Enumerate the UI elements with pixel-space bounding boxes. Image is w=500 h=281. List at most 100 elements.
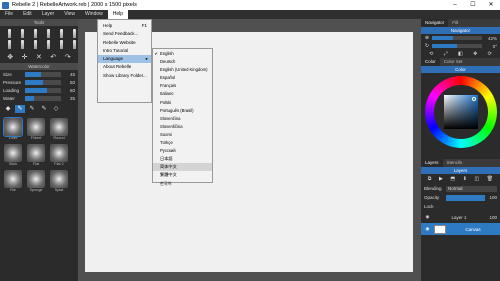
- zoom-value[interactable]: 42%: [484, 36, 497, 41]
- eye-icon[interactable]: ◉: [424, 214, 431, 220]
- language-option[interactable]: 简体中文: [153, 163, 212, 172]
- menu-help[interactable]: Help: [107, 10, 129, 19]
- brush-icon[interactable]: ✎: [15, 105, 25, 113]
- language-option[interactable]: Français: [153, 82, 212, 90]
- brush-preset[interactable]: Splat: [49, 170, 69, 194]
- blending-select[interactable]: Normal: [446, 185, 497, 192]
- menu-layer[interactable]: Layer: [37, 10, 60, 19]
- tab-layers[interactable]: Layers: [421, 159, 443, 167]
- rotate-view-icon[interactable]: ⟳: [488, 51, 492, 57]
- menu-item-language[interactable]: Language ▸: [98, 55, 151, 64]
- color-picker-knob[interactable]: [472, 97, 476, 101]
- water-slider[interactable]: Water 25: [0, 94, 78, 102]
- tab-navigator[interactable]: Navigator: [421, 19, 449, 27]
- tool-brush-icon[interactable]: [16, 39, 28, 49]
- eraser-icon[interactable]: ◇: [51, 105, 61, 113]
- tool-brush-icon[interactable]: [42, 39, 54, 49]
- play-icon[interactable]: ▶: [439, 176, 443, 182]
- redo-icon[interactable]: ↷: [63, 53, 73, 61]
- language-option[interactable]: English (United Kingdom): [153, 66, 212, 74]
- tool-brush-icon[interactable]: [42, 28, 54, 38]
- menu-item-about[interactable]: About Rebelle: [98, 63, 151, 71]
- move-icon[interactable]: ✥: [5, 53, 15, 61]
- opacity-slider[interactable]: [446, 194, 485, 201]
- language-option[interactable]: 繁體中文: [153, 171, 212, 179]
- menu-edit[interactable]: Edit: [18, 10, 37, 19]
- tab-color[interactable]: Color: [421, 58, 440, 66]
- language-option[interactable]: Polski: [153, 99, 212, 107]
- language-option[interactable]: 日本語: [153, 155, 212, 163]
- tool-brush-icon[interactable]: [55, 28, 67, 38]
- rotate-value[interactable]: 0°: [484, 44, 497, 49]
- clear-icon[interactable]: ✕: [34, 53, 44, 61]
- language-option[interactable]: Deutsch: [153, 58, 212, 66]
- tool-brush-icon[interactable]: [29, 28, 41, 38]
- minimize-button[interactable]: –: [446, 0, 464, 10]
- new-layer-icon[interactable]: ⧉: [428, 176, 432, 182]
- tab-color-set[interactable]: Color Set: [440, 58, 467, 66]
- slider-value[interactable]: 25: [61, 96, 75, 101]
- tab-stencils[interactable]: Stencils: [443, 159, 467, 167]
- duplicate-icon[interactable]: ◫: [474, 176, 479, 182]
- menu-item-website[interactable]: Rebelle Website: [98, 39, 151, 47]
- brush-preset[interactable]: Round: [49, 118, 69, 142]
- reset-view-icon[interactable]: ⟲: [429, 51, 433, 57]
- loading-slider[interactable]: Loading 60: [0, 86, 78, 94]
- brush-preset[interactable]: Rie: [3, 170, 23, 194]
- brush-preset[interactable]: Sponge: [26, 170, 46, 194]
- language-option[interactable]: Русский: [153, 147, 212, 155]
- hue-wheel[interactable]: [425, 76, 497, 148]
- slider-value[interactable]: 50: [61, 80, 75, 85]
- eye-icon[interactable]: ◉: [424, 226, 431, 232]
- brush-icon[interactable]: ✎: [39, 105, 49, 113]
- tab-filters[interactable]: Filt: [448, 19, 462, 27]
- language-option[interactable]: Slovenščina: [153, 123, 212, 131]
- paint-mode-icon[interactable]: ◆: [3, 105, 13, 113]
- brush-preset[interactable]: Flat 2: [49, 144, 69, 168]
- opacity-value[interactable]: 100: [485, 195, 497, 200]
- layer-item[interactable]: ◉ Canvas: [421, 223, 500, 235]
- merge-down-icon[interactable]: ⬇: [463, 176, 467, 182]
- tool-brush-icon[interactable]: [29, 39, 41, 49]
- language-option[interactable]: Slovenčina: [153, 115, 212, 123]
- undo-icon[interactable]: ↶: [48, 53, 58, 61]
- layer-item[interactable]: ◉ Layer 1 100: [421, 211, 500, 223]
- tool-brush-icon[interactable]: [16, 28, 28, 38]
- size-slider[interactable]: Size 45: [0, 70, 78, 78]
- brush-icon[interactable]: ✎: [27, 105, 37, 113]
- tool-brush-icon[interactable]: [55, 39, 67, 49]
- menu-file[interactable]: File: [0, 10, 18, 19]
- brush-preset[interactable]: Liner: [3, 117, 23, 142]
- brush-preset[interactable]: Stick: [3, 144, 23, 168]
- pan-icon[interactable]: ✥: [473, 51, 477, 57]
- language-option[interactable]: Suomi: [153, 131, 212, 139]
- language-option[interactable]: Türkçe: [153, 139, 212, 147]
- flip-view-icon[interactable]: ◧: [458, 51, 463, 57]
- pressure-slider[interactable]: Pressure 50: [0, 78, 78, 86]
- language-option[interactable]: Español: [153, 74, 212, 82]
- maximize-button[interactable]: ☐: [464, 0, 482, 10]
- menu-item-send-feedback[interactable]: Send Feedback...: [98, 30, 151, 38]
- mask-icon[interactable]: ⬒: [450, 176, 455, 182]
- brush-preset[interactable]: Flat: [26, 144, 46, 168]
- language-option[interactable]: ✔ English: [153, 50, 212, 58]
- language-option[interactable]: 한국어: [153, 180, 212, 188]
- menu-item-library-folder[interactable]: Show Library Folder...: [98, 72, 151, 80]
- zoom-slider[interactable]: ⊕ 42%: [421, 34, 500, 42]
- trash-icon[interactable]: 🗑: [487, 176, 493, 182]
- menu-window[interactable]: Window: [80, 10, 108, 19]
- slider-value[interactable]: 60: [61, 88, 75, 93]
- menu-view[interactable]: View: [59, 10, 80, 19]
- rotate-slider[interactable]: ↻ 0°: [421, 42, 500, 50]
- tool-brush-icon[interactable]: [3, 28, 15, 38]
- close-button[interactable]: ✕: [482, 0, 500, 10]
- transform-icon[interactable]: ✛: [20, 53, 30, 61]
- language-option[interactable]: Italiano: [153, 90, 212, 98]
- tool-brush-icon[interactable]: [3, 39, 15, 49]
- menu-item-help[interactable]: Help F1: [98, 22, 151, 30]
- menu-item-intro-tutorial[interactable]: Intro Tutorial: [98, 47, 151, 55]
- fit-view-icon[interactable]: ⤢: [444, 51, 448, 57]
- slider-value[interactable]: 45: [61, 72, 75, 77]
- language-option[interactable]: Português (Brasil): [153, 107, 212, 115]
- brush-preset[interactable]: Filbert: [26, 118, 46, 142]
